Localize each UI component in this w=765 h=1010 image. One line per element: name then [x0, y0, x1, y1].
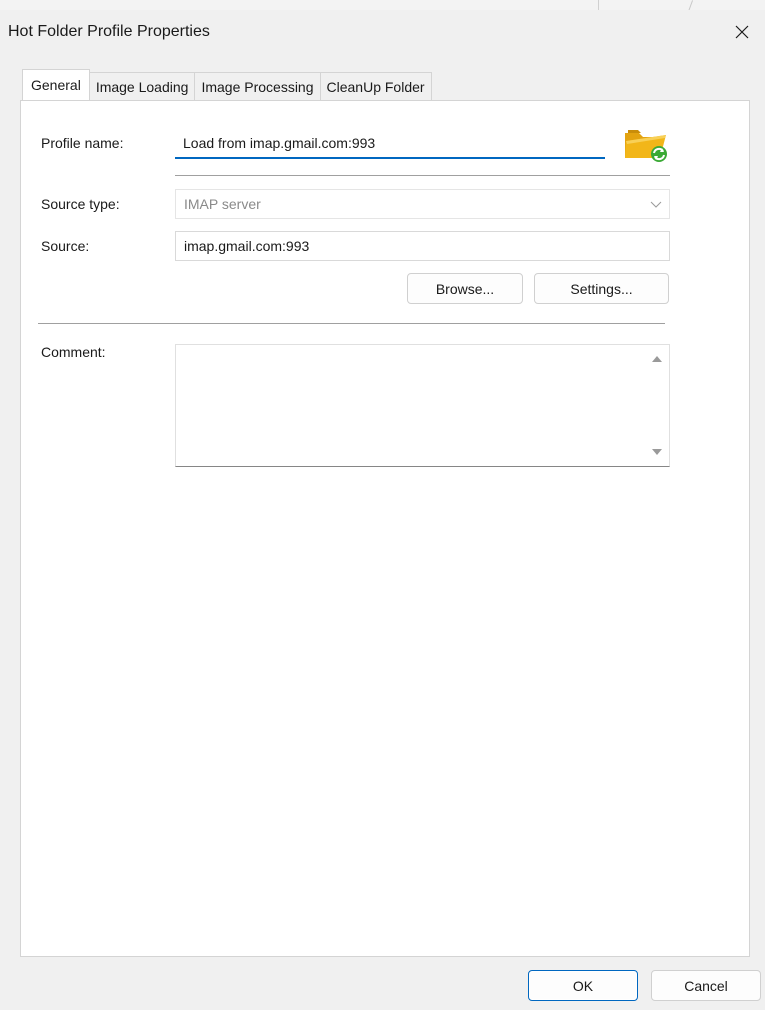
source-input[interactable]: imap.gmail.com:993 [175, 231, 670, 261]
chevron-down-icon [650, 201, 662, 208]
close-button[interactable] [719, 10, 765, 54]
background-window-strip: ▔▔▔▔▔▔▔▔▔▔▔ ▔▔▔▔▔▔▔▔▔▔▔ [0, 0, 765, 10]
profile-name-label: Profile name: [41, 135, 124, 151]
settings-button[interactable]: Settings... [534, 273, 669, 304]
separator-top [175, 175, 670, 176]
separator-middle [38, 323, 665, 324]
source-label: Source: [41, 238, 90, 254]
hot-folder-refresh-icon [625, 130, 667, 162]
browse-button[interactable]: Browse... [407, 273, 523, 304]
tab-image-loading[interactable]: Image Loading [88, 72, 196, 100]
tab-strip: General Image Loading Image Processing C… [22, 69, 432, 100]
source-type-value: IMAP server [184, 196, 261, 212]
source-type-label: Source type: [41, 196, 120, 212]
scroll-up-icon [652, 356, 662, 362]
scroll-down-button[interactable] [651, 446, 663, 458]
ok-button[interactable]: OK [528, 970, 638, 1001]
close-icon [735, 25, 749, 39]
comment-textarea[interactable] [175, 344, 670, 467]
title-bar: Hot Folder Profile Properties [0, 10, 765, 60]
general-tab-panel [20, 100, 750, 957]
tab-cleanup-folder[interactable]: CleanUp Folder [319, 72, 432, 100]
tab-general[interactable]: General [22, 69, 90, 100]
comment-label: Comment: [41, 344, 106, 360]
profile-name-input[interactable]: Load from imap.gmail.com:993 [175, 129, 605, 159]
scroll-down-icon [652, 449, 662, 455]
hot-folder-profile-dialog: ▔▔▔▔▔▔▔▔▔▔▔ ▔▔▔▔▔▔▔▔▔▔▔ Hot Folder Profi… [0, 0, 765, 1010]
cancel-button[interactable]: Cancel [651, 970, 761, 1001]
window-title: Hot Folder Profile Properties [8, 23, 210, 40]
source-type-select[interactable]: IMAP server [175, 189, 670, 219]
scroll-up-button[interactable] [651, 353, 663, 365]
tab-image-processing[interactable]: Image Processing [194, 72, 321, 100]
